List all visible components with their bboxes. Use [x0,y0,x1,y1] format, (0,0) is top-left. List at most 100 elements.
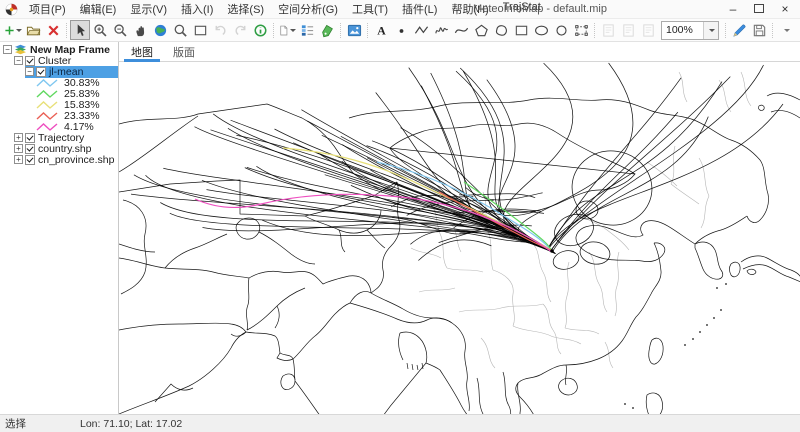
zigzag-line-symbol [36,122,60,131]
edit-menu[interactable]: 编辑(E) [73,1,124,17]
legend-item-cluster-5[interactable]: 4.17% [0,121,118,132]
expand-icon[interactable]: + [14,133,23,142]
select-tool[interactable] [70,20,90,40]
view-tabs: 地图版面 [119,42,800,62]
country-borders [119,93,800,414]
plugins-menu[interactable]: 插件(L) [395,1,444,17]
zoom-in-tool[interactable] [90,20,110,40]
legend-item-cluster-3[interactable]: 15.83% [0,99,118,110]
chevron-down-icon[interactable] [703,22,718,39]
map-content: 地图版面 [119,42,800,414]
edit-features-tool[interactable] [729,20,749,40]
toolbar: A 100% [0,19,800,42]
curve-tool[interactable] [451,20,471,40]
legend-item-cluster-4[interactable]: 23.33% [0,110,118,121]
maximize-button[interactable] [746,0,772,18]
add-layer-button[interactable] [3,20,23,40]
status-mode-label: 选择 [0,416,75,431]
map-canvas[interactable] [119,62,800,414]
layer-visibility-checkbox[interactable] [25,133,35,143]
tree-item-jl-mean[interactable]: −jl-mean [0,66,118,77]
tab-map[interactable]: 地图 [121,42,163,62]
window-title: MeteoInfoMap - default.mip [473,3,607,15]
save-edits-button[interactable] [749,20,769,40]
zoom-level-combo[interactable]: 100% [661,21,719,40]
layer-tree-panel: −New Map Frame−Cluster−jl-mean30.83%25.8… [0,42,119,414]
menu-bar: 项目(P)编辑(E)显示(V)插入(I)选择(S)空间分析(G)工具(T)插件(… [22,1,548,17]
window-controls: – × [720,0,798,18]
tools-menu[interactable]: 工具(T) [345,1,395,17]
tree-item-trajectory[interactable]: +Trajectory [0,132,118,143]
toolbar-separator [594,23,595,38]
title-menu-bar: 项目(P)编辑(E)显示(V)插入(I)选择(S)空间分析(G)工具(T)插件(… [0,0,800,19]
redo-button [230,20,250,40]
full-extent-tool[interactable] [150,20,170,40]
polygon-tool[interactable] [471,20,491,40]
tree-item-cn-province-shp[interactable]: +cn_province.shp [0,154,118,165]
export-layout-button [618,20,638,40]
edit-dropdown[interactable] [776,20,796,40]
main-area: −New Map Frame−Cluster−jl-mean30.83%25.8… [0,42,800,414]
toolbar-separator [340,23,341,38]
view-menu[interactable]: 显示(V) [123,1,174,17]
measure-tool[interactable] [250,20,270,40]
zigzag-line-symbol [36,89,60,98]
zoom-rectangle-tool[interactable] [190,20,210,40]
minimize-button[interactable]: – [720,0,746,18]
map-frame-icon [14,44,27,55]
new-layout-button[interactable] [277,20,297,40]
toolbar-separator [273,23,274,38]
label-button[interactable] [317,20,337,40]
zigzag-line-symbol [36,111,60,120]
zoom-out-tool[interactable] [110,20,130,40]
ellipse-tool[interactable] [531,20,551,40]
freehand-polygon-tool[interactable] [491,20,511,40]
maximize-icon [754,4,764,13]
insert-menu[interactable]: 插入(I) [174,1,220,17]
tree-item-country-shp[interactable]: +country.shp [0,143,118,154]
export-map-button [598,20,618,40]
freehand-tool[interactable] [431,20,451,40]
legend-editor-button[interactable] [297,20,317,40]
close-button[interactable]: × [772,0,798,18]
zoom-level-value: 100% [662,24,703,36]
remove-layer-button[interactable] [43,20,63,40]
circle-tool[interactable] [551,20,571,40]
edit-vertices-tool[interactable] [571,20,591,40]
toolbar-separator [725,23,726,38]
layer-visibility-checkbox[interactable] [25,144,35,154]
selection-menu[interactable]: 选择(S) [220,1,271,17]
spatial-analysis-menu[interactable]: 空间分析(G) [271,1,345,17]
status-coordinates: Lon: 71.10; Lat: 17.02 [75,418,182,430]
open-file-button[interactable] [23,20,43,40]
app-logo-icon [5,3,18,16]
layer-visibility-checkbox[interactable] [25,155,35,165]
legend-item-cluster-1[interactable]: 30.83% [0,77,118,88]
tree-item-cluster[interactable]: −Cluster [0,55,118,66]
pan-tool[interactable] [130,20,150,40]
insert-image-button[interactable] [344,20,364,40]
expand-icon[interactable]: + [14,144,23,153]
collapse-icon[interactable]: − [25,67,34,76]
layer-visibility-checkbox[interactable] [36,67,46,77]
trajectory-lines [131,63,783,272]
polyline-tool[interactable] [411,20,431,40]
undo-button [210,20,230,40]
project-menu[interactable]: 项目(P) [22,1,73,17]
collapse-icon[interactable]: − [14,56,23,65]
identify-tool[interactable] [170,20,190,40]
tree-item-map-frame[interactable]: −New Map Frame [0,44,118,55]
zigzag-line-symbol [36,78,60,87]
expand-icon[interactable]: + [14,155,23,164]
layer-visibility-checkbox[interactable] [25,56,35,66]
text-tool[interactable]: A [371,20,391,40]
app-window: 项目(P)编辑(E)显示(V)插入(I)选择(S)空间分析(G)工具(T)插件(… [0,0,800,432]
collapse-icon[interactable]: − [3,45,12,54]
rectangle-tool[interactable] [511,20,531,40]
point-tool[interactable] [391,20,411,40]
svg-text:A: A [377,24,386,37]
tab-layout[interactable]: 版面 [163,42,205,62]
export-data-button [638,20,658,40]
legend-item-cluster-2[interactable]: 25.83% [0,88,118,99]
zigzag-line-symbol [36,100,60,109]
